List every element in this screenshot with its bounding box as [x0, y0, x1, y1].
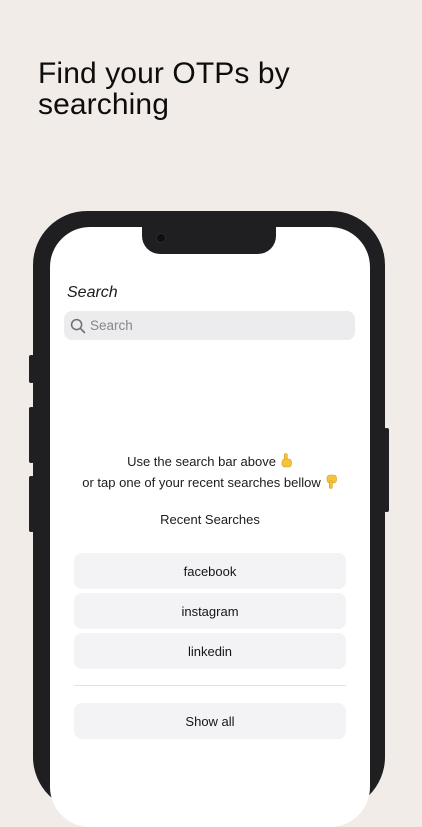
recent-search-item[interactable]: instagram	[74, 593, 346, 629]
recent-search-item[interactable]: facebook	[74, 553, 346, 589]
search-hint-text-1: Use the search bar above	[127, 454, 276, 469]
recent-search-label: facebook	[183, 563, 237, 579]
search-hint-line-2: or tap one of your recent searches bello…	[50, 474, 370, 492]
show-all-label: Show all	[185, 713, 235, 729]
screen-title: Search	[67, 284, 118, 301]
pointing-down-hand-icon	[325, 474, 338, 492]
recent-search-label: linkedin	[187, 643, 233, 659]
search-hint-text-2: or tap one of your recent searches bello…	[82, 475, 321, 490]
phone-screen: Search Use the search bar above or tap o…	[50, 227, 370, 827]
pointing-up-hand-icon	[280, 453, 293, 471]
search-hint-line-1: Use the search bar above	[50, 453, 370, 471]
recent-search-item[interactable]: linkedin	[74, 633, 346, 669]
show-all-button[interactable]: Show all	[74, 703, 346, 739]
divider	[74, 685, 346, 686]
search-bar[interactable]	[64, 311, 355, 340]
phone-notch	[142, 227, 276, 254]
recent-searches-heading: Recent Searches	[160, 512, 260, 527]
page-headline: Find your OTPs by searching	[38, 57, 290, 121]
search-icon	[70, 318, 86, 333]
recent-search-label: instagram	[181, 603, 239, 619]
search-input[interactable]	[90, 318, 330, 333]
front-camera-icon	[156, 233, 166, 243]
